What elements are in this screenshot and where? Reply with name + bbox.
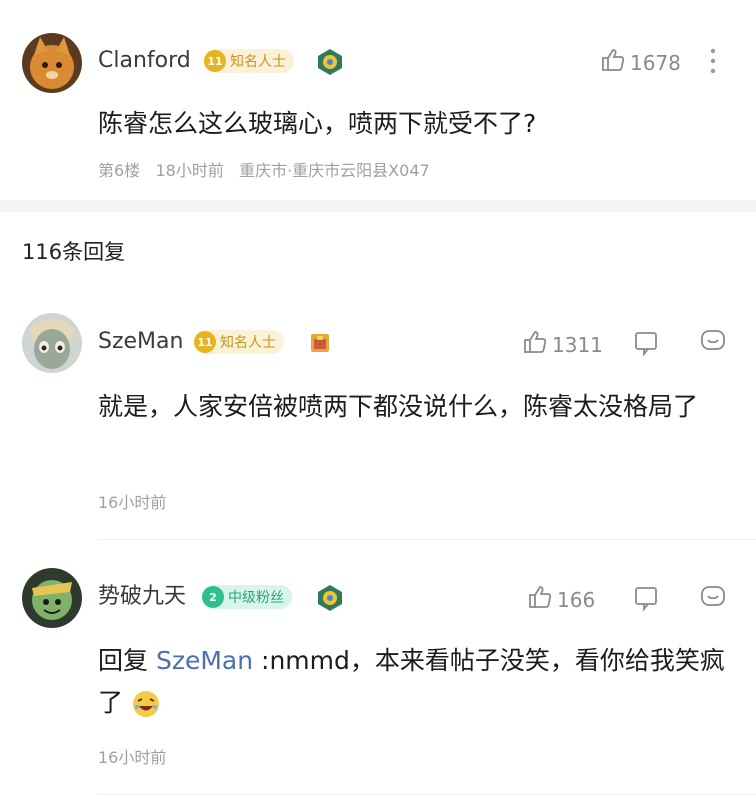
- avatar-szeman[interactable]: [22, 313, 82, 373]
- section-divider: [0, 200, 756, 212]
- floor-number: 第6楼: [98, 161, 141, 180]
- like-count: 1311: [552, 332, 603, 357]
- laughing-emoji-icon: [131, 689, 161, 719]
- reply-divider: [98, 539, 756, 540]
- reply-content: 回复 SzeMan :nmmd，本来看帖子没笑，看你给我笑疯了: [98, 640, 738, 724]
- post-meta: 第6楼 18小时前 重庆市·重庆市云阳县X047: [98, 157, 430, 181]
- decoration-icon: [316, 48, 344, 76]
- username[interactable]: Clanford: [98, 47, 191, 75]
- dislike-icon[interactable]: [632, 584, 660, 612]
- user-level-badge: 11 知名人士: [204, 49, 294, 73]
- decoration-icon: [316, 584, 344, 612]
- username[interactable]: SzeMan: [98, 328, 183, 356]
- user-level-badge: 2 中级粉丝: [202, 585, 292, 609]
- more-icon[interactable]: [708, 46, 718, 76]
- level-label: 中级粉丝: [228, 590, 284, 606]
- like-count: 166: [557, 587, 596, 612]
- post-time: 18小时前: [155, 161, 224, 180]
- level-label: 知名人士: [220, 335, 276, 351]
- level-label: 知名人士: [230, 54, 286, 70]
- thumb-up-icon: [600, 47, 626, 78]
- like-button[interactable]: 1678: [600, 47, 681, 78]
- level-number: 11: [194, 331, 216, 353]
- reply-divider: [98, 794, 756, 795]
- post-location: 重庆市·重庆市云阳县X047: [239, 161, 430, 180]
- level-number: 2: [202, 586, 224, 608]
- user-level-badge: 11 知名人士: [194, 330, 284, 354]
- like-button[interactable]: 1311: [522, 329, 603, 360]
- like-button[interactable]: 166: [527, 584, 595, 615]
- decoration-icon: [308, 331, 332, 355]
- level-number: 11: [204, 50, 226, 72]
- reply-to-link[interactable]: SzeMan: [156, 646, 253, 675]
- reply-count: 116条回复: [22, 240, 126, 264]
- reply-time: 16小时前: [98, 493, 167, 512]
- comment-icon[interactable]: [699, 584, 727, 612]
- avatar-clanford[interactable]: [22, 33, 82, 93]
- reply-prefix: 回复: [98, 646, 149, 675]
- username[interactable]: 势破九天: [98, 583, 186, 611]
- reply-content: 就是，人家安倍被喷两下都没说什么，陈睿太没格局了: [98, 392, 699, 421]
- thumb-up-icon: [527, 584, 553, 615]
- post-content: 陈睿怎么这么玻璃心，喷两下就受不了?: [98, 109, 537, 138]
- thumb-up-icon: [522, 329, 548, 360]
- avatar-shipojiutian[interactable]: [22, 568, 82, 628]
- comment-icon[interactable]: [699, 328, 727, 356]
- dislike-icon[interactable]: [632, 329, 660, 357]
- like-count: 1678: [630, 50, 681, 75]
- reply-time: 16小时前: [98, 748, 167, 767]
